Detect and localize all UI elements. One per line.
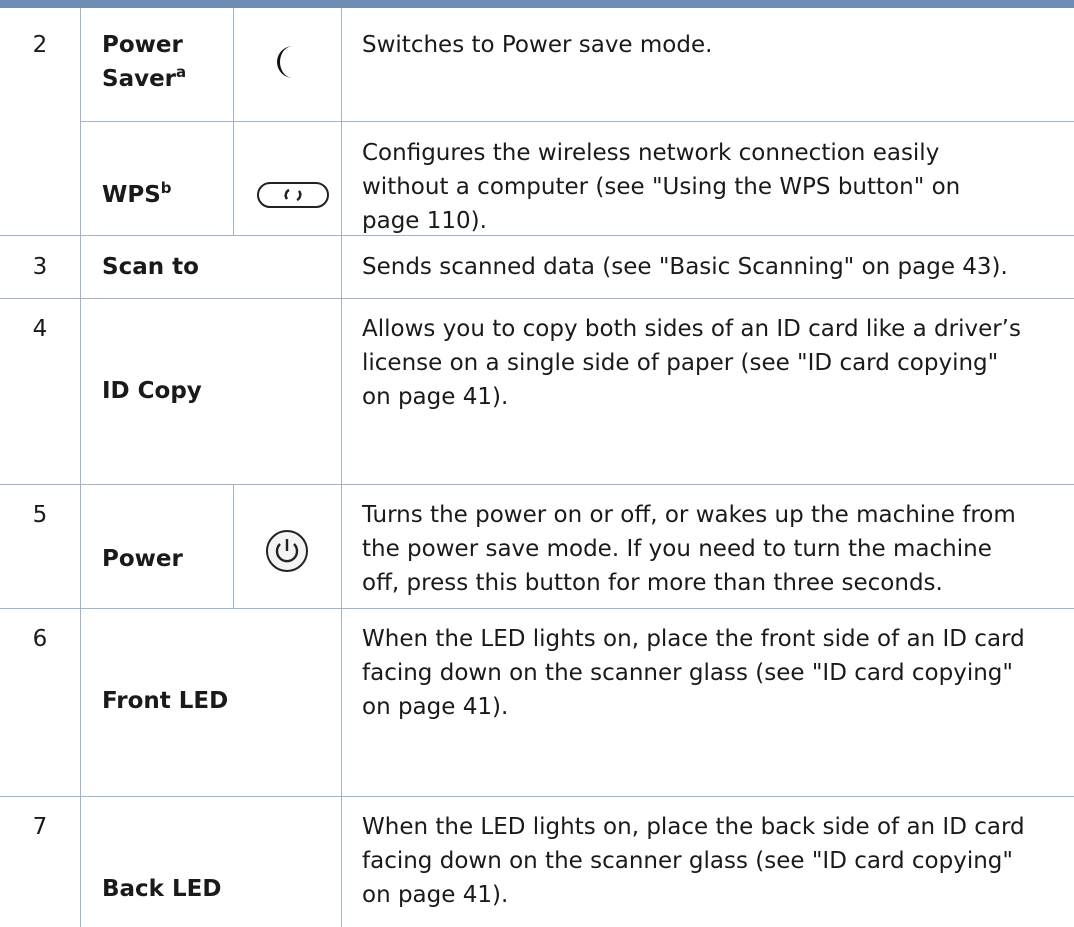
description-line: Allows you to copy both sides of an ID c…	[362, 316, 1021, 342]
button-name: Front LED	[102, 688, 229, 714]
row-number: 7	[32, 814, 48, 840]
button-name-line2: Saver	[102, 66, 177, 92]
description-line: without a computer (see "Using the WPS b…	[362, 174, 961, 200]
moon-icon	[264, 40, 308, 84]
description-line: page 110).	[362, 208, 487, 234]
row-divider	[0, 298, 1074, 299]
description: Switches to Power save mode.	[362, 32, 713, 58]
description-line: the power save mode. If you need to turn…	[362, 536, 992, 562]
button-name: ID Copy	[102, 378, 202, 404]
footnote-marker: b	[160, 179, 172, 197]
button-name: Back LED	[102, 876, 222, 902]
button-name-line1: Power	[102, 32, 183, 58]
row-number: 5	[32, 502, 48, 528]
row-divider	[341, 121, 1074, 122]
button-name: Power Savera	[102, 28, 186, 96]
description-line: license on a single side of paper (see "…	[362, 350, 999, 376]
description: Allows you to copy both sides of an ID c…	[362, 312, 1042, 414]
description-line: on page 41).	[362, 882, 509, 908]
description-line: When the LED lights on, place the back s…	[362, 814, 1025, 840]
row-divider	[0, 484, 1074, 485]
description: Turns the power on or off, or wakes up t…	[362, 498, 1042, 600]
top-rule	[0, 0, 1074, 8]
button-name: WPSb	[102, 178, 172, 212]
description: When the LED lights on, place the back s…	[362, 810, 1042, 912]
power-icon	[264, 528, 310, 574]
description-line: on page 41).	[362, 694, 509, 720]
description-line: Turns the power on or off, or wakes up t…	[362, 502, 1016, 528]
description-line: on page 41).	[362, 384, 509, 410]
row-number: 4	[32, 316, 48, 342]
row-number: 6	[32, 626, 48, 652]
description: Sends scanned data (see "Basic Scanning"…	[362, 254, 1008, 280]
footnote-marker: a	[176, 63, 187, 81]
button-name: Scan to	[102, 254, 199, 280]
description-line: Configures the wireless network connecti…	[362, 140, 940, 166]
wps-button-icon	[256, 180, 330, 210]
button-name-text: WPS	[102, 182, 161, 208]
table-border-mid	[341, 8, 342, 927]
description-line: facing down on the scanner glass (see "I…	[362, 660, 1013, 686]
description-line: facing down on the scanner glass (see "I…	[362, 848, 1013, 874]
row-divider	[0, 608, 1074, 609]
row-divider	[0, 796, 1074, 797]
row-number: 3	[32, 254, 48, 280]
table-border-left	[80, 8, 81, 927]
description-line: off, press this button for more than thr…	[362, 570, 943, 596]
description: When the LED lights on, place the front …	[362, 622, 1042, 724]
description-line: When the LED lights on, place the front …	[362, 626, 1025, 652]
row-number: 2	[32, 32, 48, 58]
row-divider	[81, 121, 341, 122]
description: Configures the wireless network connecti…	[362, 136, 1042, 238]
button-name: Power	[102, 546, 183, 572]
icon-column-border	[233, 484, 234, 608]
